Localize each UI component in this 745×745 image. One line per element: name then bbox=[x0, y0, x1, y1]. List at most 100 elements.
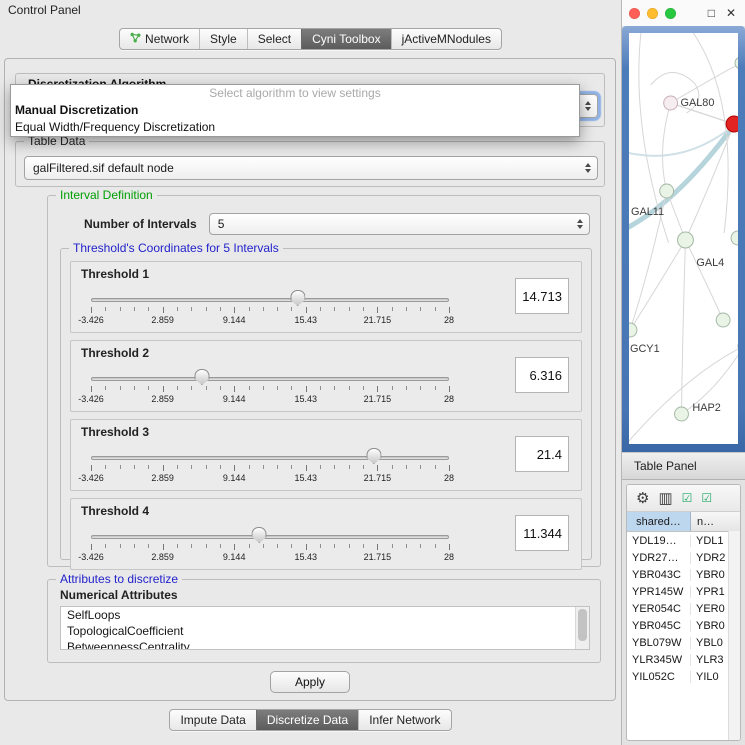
interval-definition-label: Interval Definition bbox=[56, 188, 157, 202]
slider-tick-labels: -3.4262.8599.14415.4321.71528 bbox=[91, 473, 449, 484]
threshold-4-box: Threshold 4 -3.4262.8599.14415.4321.7152… bbox=[70, 498, 582, 570]
top-tab-bar: Network Style Select Cyni ToolboxjActiveMNo… bbox=[0, 28, 621, 50]
network-edge[interactable] bbox=[663, 103, 671, 191]
check-all-icon[interactable]: ☑ bbox=[682, 492, 693, 504]
network-edge[interactable] bbox=[629, 346, 738, 441]
attribute-list-item[interactable]: BetweennessCentrality bbox=[61, 639, 589, 650]
threshold-2-box: Threshold 2 -3.4262.8599.14415.4321.7152… bbox=[70, 340, 582, 412]
network-node[interactable] bbox=[675, 407, 689, 421]
combo-arrows-icon bbox=[585, 101, 591, 111]
network-view-window: GAL80GAL11GAL4GCY1HAP2 bbox=[622, 26, 745, 452]
tab-style[interactable]: Style bbox=[199, 29, 247, 49]
slider-track[interactable] bbox=[91, 298, 449, 302]
numerical-attributes-list[interactable]: SelfLoopsTopologicalCoefficientBetweenne… bbox=[60, 606, 590, 650]
table-row[interactable]: YIL052CYIL0 bbox=[627, 668, 740, 685]
cell-shared-name[interactable]: YPR145W bbox=[627, 586, 691, 598]
tab-label: Network bbox=[145, 32, 189, 46]
traffic-light-zoom-icon[interactable] bbox=[665, 8, 676, 19]
cell-shared-name[interactable]: YIL052C bbox=[627, 671, 691, 683]
table-row[interactable]: YPR145WYPR1 bbox=[627, 583, 740, 600]
cell-shared-name[interactable]: YDL19… bbox=[627, 535, 691, 547]
thresholds-group-label: Threshold's Coordinates for 5 Intervals bbox=[69, 241, 283, 255]
slider-thumb[interactable] bbox=[290, 290, 305, 306]
uncheck-all-icon[interactable]: ☑ bbox=[701, 492, 712, 504]
table-row[interactable]: YER054CYER0 bbox=[627, 600, 740, 617]
network-edge[interactable] bbox=[685, 240, 723, 320]
cell-shared-name[interactable]: YBL079W bbox=[627, 637, 691, 649]
table-row[interactable]: YBR043CYBR0 bbox=[627, 566, 740, 583]
tab-cyni-toolbox[interactable]: Cyni Toolbox bbox=[301, 29, 390, 49]
dropdown-item-equal-width-frequency[interactable]: Equal Width/Frequency Discretization bbox=[11, 119, 579, 136]
cell-shared-name[interactable]: YLR345W bbox=[627, 654, 691, 666]
slider-thumb[interactable] bbox=[194, 369, 209, 385]
table-row[interactable]: YBL079WYBL0 bbox=[627, 634, 740, 651]
cell-shared-name[interactable]: YBR043C bbox=[627, 569, 691, 581]
network-node[interactable] bbox=[735, 57, 738, 69]
traffic-light-minimize-icon[interactable] bbox=[647, 8, 658, 19]
tab-impute-data[interactable]: Impute Data bbox=[170, 710, 255, 730]
network-node-label: GAL80 bbox=[681, 97, 715, 109]
table-row[interactable]: YLR345WYLR3 bbox=[627, 651, 740, 668]
network-node[interactable] bbox=[629, 323, 637, 337]
attribute-list-item[interactable]: TopologicalCoefficient bbox=[61, 623, 589, 639]
slider-ticks bbox=[91, 386, 449, 393]
control-panel-title: Control Panel bbox=[0, 0, 621, 20]
tab-network[interactable]: Network bbox=[120, 29, 199, 49]
control-panel: Control Panel Network Style Select Cyni Too… bbox=[0, 0, 622, 745]
tab-select[interactable]: Select bbox=[247, 29, 301, 49]
threshold-4-value[interactable]: 11.344 bbox=[515, 515, 569, 551]
threshold-1-value[interactable]: 14.713 bbox=[515, 278, 569, 314]
number-of-intervals-select[interactable]: 5 bbox=[209, 213, 590, 235]
table-panel-titlebar[interactable]: Table Panel bbox=[622, 452, 745, 480]
network-node[interactable] bbox=[716, 313, 730, 327]
apply-button[interactable]: Apply bbox=[270, 671, 350, 693]
slider-thumb[interactable] bbox=[252, 527, 267, 543]
cell-shared-name[interactable]: YBR045C bbox=[627, 620, 691, 632]
tab-label: Infer Network bbox=[369, 713, 440, 727]
table-panel-title: Table Panel bbox=[634, 459, 697, 473]
table-scrollbar[interactable] bbox=[728, 531, 740, 740]
network-node[interactable] bbox=[664, 96, 678, 110]
column-header-name[interactable]: n… bbox=[691, 512, 740, 531]
scrollbar-thumb[interactable] bbox=[578, 609, 587, 641]
slider-thumb[interactable] bbox=[366, 448, 381, 464]
tab-discretize-data[interactable]: Discretize Data bbox=[256, 710, 358, 730]
tab-jactivemnodules[interactable]: jActiveMNodules bbox=[391, 29, 501, 49]
slider-track[interactable] bbox=[91, 456, 449, 460]
tab-infer-network[interactable]: Infer Network bbox=[358, 710, 450, 730]
network-edge[interactable] bbox=[630, 240, 685, 330]
threshold-4-slider: -3.4262.8599.14415.4321.71528 bbox=[91, 525, 449, 565]
network-node-label: GCY1 bbox=[630, 343, 660, 355]
algorithm-dropdown-placeholder[interactable]: Select algorithm to view settings bbox=[11, 85, 579, 102]
threshold-2-label: Threshold 2 bbox=[81, 346, 149, 360]
traffic-light-close-icon[interactable] bbox=[629, 8, 640, 19]
network-graph: GAL80GAL11GAL4GCY1HAP2 bbox=[629, 33, 738, 444]
column-header-shared-name[interactable]: shared… bbox=[627, 512, 691, 531]
slider-track[interactable] bbox=[91, 377, 449, 381]
attribute-list-item[interactable]: SelfLoops bbox=[61, 607, 589, 623]
threshold-2-value[interactable]: 6.316 bbox=[515, 357, 569, 393]
numerical-attributes-label: Numerical Attributes bbox=[60, 588, 178, 602]
cyni-toolbox-panel: Discretization Algorithm Table Data galF… bbox=[4, 58, 616, 701]
threshold-3-box: Threshold 3 -3.4262.8599.14415.4321.7152… bbox=[70, 419, 582, 491]
network-canvas[interactable]: GAL80GAL11GAL4GCY1HAP2 bbox=[629, 33, 738, 444]
table-row[interactable]: YDR27…YDR2 bbox=[627, 549, 740, 566]
tab-label: Select bbox=[258, 32, 291, 46]
table-row[interactable]: YDL19…YDL1 bbox=[627, 532, 740, 549]
network-node[interactable] bbox=[731, 231, 738, 245]
threshold-3-value[interactable]: 21.4 bbox=[515, 436, 569, 472]
float-window-icon[interactable]: □ bbox=[706, 6, 717, 20]
cell-shared-name[interactable]: YDR27… bbox=[627, 552, 691, 564]
dropdown-item-manual-discretization[interactable]: Manual Discretization bbox=[11, 102, 579, 119]
slider-track[interactable] bbox=[91, 535, 449, 539]
attributes-scrollbar[interactable] bbox=[575, 607, 589, 649]
table-row[interactable]: YBR045CYBR0 bbox=[627, 617, 740, 634]
network-node[interactable] bbox=[726, 116, 738, 132]
columns-icon[interactable]: ▥ bbox=[658, 491, 672, 506]
network-node[interactable] bbox=[678, 232, 694, 248]
close-window-icon[interactable]: ✕ bbox=[724, 6, 738, 20]
table-data-select[interactable]: galFiltered.sif default node bbox=[24, 156, 598, 180]
network-node[interactable] bbox=[660, 184, 674, 198]
cell-shared-name[interactable]: YER054C bbox=[627, 603, 691, 615]
settings-gear-icon[interactable]: ⚙ bbox=[636, 491, 649, 506]
